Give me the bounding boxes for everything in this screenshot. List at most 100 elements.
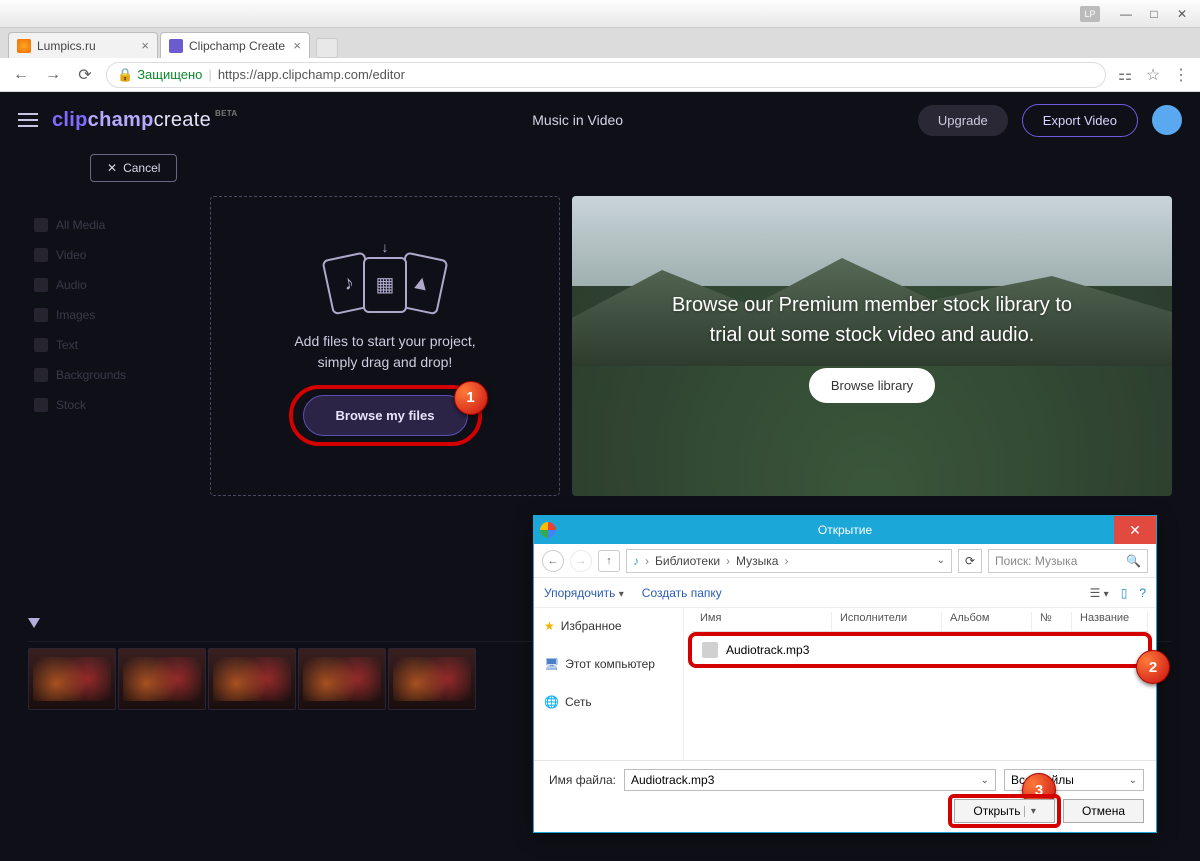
browse-library-button[interactable]: Browse library xyxy=(809,368,935,403)
timeline-clip[interactable] xyxy=(28,648,116,710)
tab-lumpics[interactable]: Lumpics.ru × xyxy=(8,32,158,58)
file-list[interactable]: Имя Исполнители Альбом № Название Audiot… xyxy=(684,608,1156,760)
col-title[interactable]: Название xyxy=(1072,612,1148,631)
upgrade-button[interactable]: Upgrade xyxy=(918,105,1008,136)
url-text: https://app.clipchamp.com/editor xyxy=(218,67,405,82)
tab-close-icon[interactable]: × xyxy=(293,38,301,53)
window-maximize-button[interactable]: □ xyxy=(1140,4,1168,24)
pc-icon: 🖥 xyxy=(544,657,559,671)
preview-pane-button[interactable]: ▯ xyxy=(1121,586,1128,600)
user-avatar[interactable] xyxy=(1152,105,1182,135)
reload-button[interactable]: ⟳ xyxy=(74,65,96,85)
bookmark-icon[interactable]: ☆ xyxy=(1144,65,1162,85)
chevron-down-icon[interactable]: ▾ xyxy=(1024,806,1036,817)
extension-badge: LP xyxy=(1080,6,1100,22)
chevron-down-icon[interactable]: ⌄ xyxy=(937,555,945,566)
window-close-button[interactable]: ✕ xyxy=(1168,4,1196,24)
breadcrumb-path[interactable]: ♪ › Библиотеки › Музыка › ⌄ xyxy=(626,549,952,573)
project-title[interactable]: Music in Video xyxy=(532,112,623,128)
annotation-callout-2: 2 xyxy=(1136,650,1170,684)
stock-text: Browse our Premium member stock library … xyxy=(632,290,1112,350)
dialog-titlebar[interactable]: Открытие ✕ xyxy=(534,516,1156,544)
browse-my-files-button[interactable]: Browse my files xyxy=(303,395,468,436)
tree-this-pc[interactable]: 🖥Этот компьютер xyxy=(542,652,675,676)
tree-network[interactable]: 🌐Сеть xyxy=(542,690,675,714)
menu-hamburger-icon[interactable] xyxy=(18,113,38,127)
lock-icon: 🔒 xyxy=(117,67,133,83)
dropzone-text: Add files to start your project, simply … xyxy=(294,331,475,373)
cancel-dialog-button[interactable]: Отмена xyxy=(1063,799,1144,823)
timeline-clip[interactable] xyxy=(388,648,476,710)
browser-toolbar: ← → ⟳ 🔒 Защищено | https://app.clipchamp… xyxy=(0,58,1200,92)
open-button[interactable]: Открыть ▾ xyxy=(954,799,1055,823)
sidebar-item-images[interactable]: Images xyxy=(28,300,198,330)
breadcrumb-libraries[interactable]: Библиотеки xyxy=(655,554,720,568)
export-video-button[interactable]: Export Video xyxy=(1022,104,1138,137)
sidebar-item-all-media[interactable]: All Media xyxy=(28,210,198,240)
new-folder-button[interactable]: Создать папку xyxy=(642,586,722,600)
dialog-close-button[interactable]: ✕ xyxy=(1114,516,1156,544)
search-input[interactable]: Поиск: Музыка 🔍 xyxy=(988,549,1148,573)
secure-indicator: 🔒 Защищено xyxy=(117,67,202,83)
file-name: Audiotrack.mp3 xyxy=(726,643,809,657)
dialog-title: Открытие xyxy=(818,523,872,537)
timeline-clip[interactable] xyxy=(298,648,386,710)
nav-back-button[interactable]: ← xyxy=(542,550,564,572)
col-name[interactable]: Имя xyxy=(692,612,832,631)
stock-library-panel: Browse our Premium member stock library … xyxy=(572,196,1172,496)
nav-forward-button[interactable]: → xyxy=(570,550,592,572)
network-icon: 🌐 xyxy=(544,695,559,709)
tab-title: Lumpics.ru xyxy=(37,39,135,53)
cancel-label: Cancel xyxy=(123,161,160,175)
stock-icon xyxy=(34,398,48,412)
text-icon xyxy=(34,338,48,352)
view-mode-button[interactable]: ☰ ▾ xyxy=(1090,586,1109,600)
new-tab-button[interactable] xyxy=(316,38,338,58)
chrome-icon xyxy=(540,522,556,538)
sidebar-item-video[interactable]: Video xyxy=(28,240,198,270)
breadcrumb-music[interactable]: Музыка xyxy=(736,554,778,568)
refresh-button[interactable]: ⟳ xyxy=(958,549,982,573)
sidebar-item-audio[interactable]: Audio xyxy=(28,270,198,300)
video-icon xyxy=(34,248,48,262)
menu-icon[interactable]: ⋮ xyxy=(1172,65,1190,85)
dialog-toolbar: Упорядочить ▾ Создать папку ☰ ▾ ▯ ? xyxy=(534,578,1156,608)
dialog-nav: ← → ↑ ♪ › Библиотеки › Музыка › ⌄ ⟳ Поис… xyxy=(534,544,1156,578)
dropzone-illustration: ↓ ♪ ▦ ▲ xyxy=(319,257,451,313)
annotation-callout-1: 1 xyxy=(454,381,488,415)
filename-label: Имя файла: xyxy=(546,773,616,787)
sidebar-item-stock[interactable]: Stock xyxy=(28,390,198,420)
os-window-titlebar: LP — □ ✕ xyxy=(0,0,1200,28)
filename-input[interactable]: Audiotrack.mp3⌄ xyxy=(624,769,996,791)
sidebar-item-backgrounds[interactable]: Backgrounds xyxy=(28,360,198,390)
playhead-icon[interactable] xyxy=(28,618,40,628)
file-list-header[interactable]: Имя Исполнители Альбом № Название xyxy=(692,612,1148,632)
address-bar[interactable]: 🔒 Защищено | https://app.clipchamp.com/e… xyxy=(106,62,1106,88)
search-placeholder: Поиск: Музыка xyxy=(995,554,1077,568)
timeline-clip[interactable] xyxy=(208,648,296,710)
tab-clipchamp[interactable]: Clipchamp Create × xyxy=(160,32,310,58)
tab-close-icon[interactable]: × xyxy=(141,38,149,53)
help-button[interactable]: ? xyxy=(1139,586,1146,600)
chevron-down-icon[interactable]: ⌄ xyxy=(981,775,989,786)
bg-icon xyxy=(34,368,48,382)
tree-favorites[interactable]: ★Избранное xyxy=(542,614,675,638)
col-num[interactable]: № xyxy=(1032,612,1072,631)
translate-icon[interactable]: ⚏ xyxy=(1116,65,1134,85)
sidebar-item-text[interactable]: Text xyxy=(28,330,198,360)
close-icon: ✕ xyxy=(107,161,117,175)
organize-menu[interactable]: Упорядочить ▾ xyxy=(544,586,624,600)
audio-icon xyxy=(34,278,48,292)
back-button[interactable]: ← xyxy=(10,66,32,84)
cancel-button[interactable]: ✕ Cancel xyxy=(90,154,177,182)
col-album[interactable]: Альбом xyxy=(942,612,1032,631)
chevron-down-icon[interactable]: ⌄ xyxy=(1129,775,1137,786)
window-minimize-button[interactable]: — xyxy=(1112,4,1140,24)
media-dropzone[interactable]: ↓ ♪ ▦ ▲ Add files to start your project,… xyxy=(210,196,560,496)
file-row-audiotrack[interactable]: Audiotrack.mp3 xyxy=(692,636,1148,664)
folder-tree[interactable]: ★Избранное 🖥Этот компьютер 🌐Сеть xyxy=(534,608,684,760)
col-artist[interactable]: Исполнители xyxy=(832,612,942,631)
nav-up-button[interactable]: ↑ xyxy=(598,550,620,572)
timeline-clip[interactable] xyxy=(118,648,206,710)
forward-button[interactable]: → xyxy=(42,66,64,84)
